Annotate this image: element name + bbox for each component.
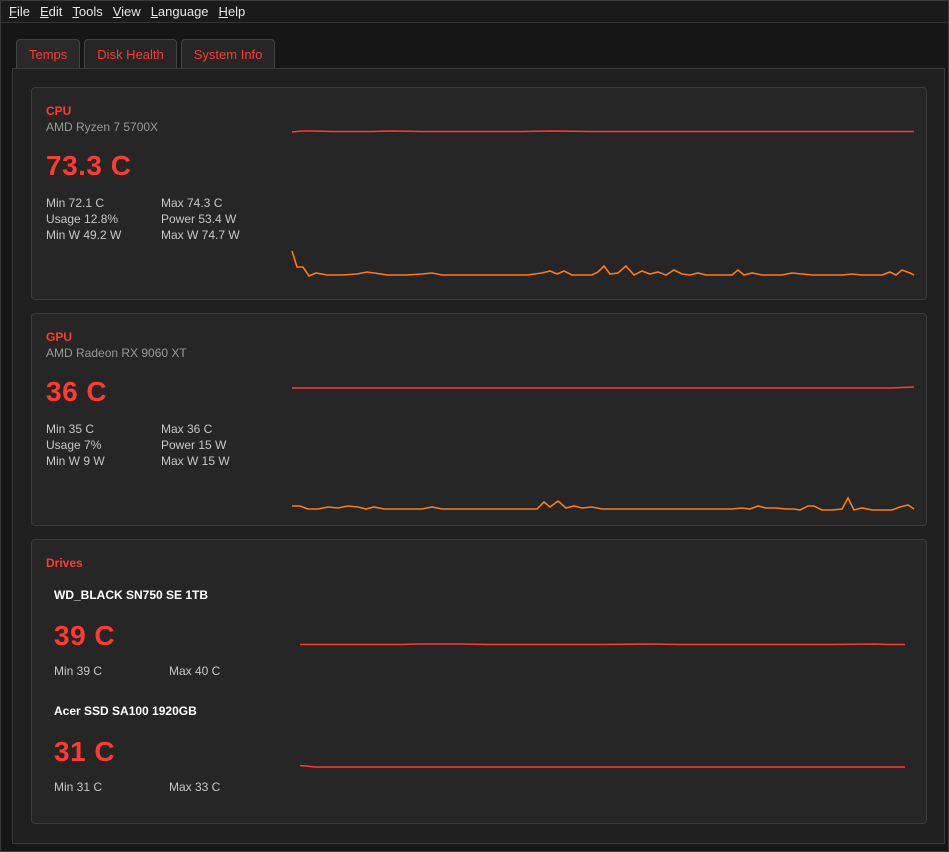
drive-2-graph — [299, 764, 905, 768]
gpu-usage: Usage 7% — [46, 438, 102, 452]
cpu-power-line — [291, 250, 915, 277]
menu-bar: File Edit Tools View Language Help — [1, 1, 948, 23]
drive-2-max-temp: Max 33 C — [169, 780, 221, 794]
menu-file[interactable]: File — [4, 1, 35, 23]
menu-language[interactable]: Language — [146, 1, 214, 23]
cpu-card: CPU AMD Ryzen 7 5700X 73.3 C Min 72.1 C … — [31, 87, 927, 300]
menu-help[interactable]: Help — [214, 1, 251, 23]
gpu-power: Power 15 W — [161, 438, 227, 452]
menu-tools[interactable]: Tools — [67, 1, 107, 23]
tab-temps[interactable]: Temps — [16, 39, 81, 68]
cpu-model: AMD Ryzen 7 5700X — [46, 120, 159, 134]
cpu-temp-line — [291, 130, 914, 133]
gpu-model: AMD Radeon RX 9060 XT — [46, 346, 187, 360]
menu-view[interactable]: View — [108, 1, 146, 23]
cpu-usage: Usage 12.8% — [46, 212, 119, 226]
menu-edit[interactable]: Edit — [35, 1, 67, 23]
app-window: File Edit Tools View Language Help Temps… — [0, 0, 949, 852]
gpu-min-power: Min W 9 W — [46, 454, 105, 468]
gpu-temp-line — [292, 386, 915, 389]
drives-title: Drives — [46, 556, 83, 570]
drive-2-temp: 31 C — [54, 736, 116, 767]
gpu-graph — [292, 386, 915, 511]
gpu-card: GPU AMD Radeon RX 9060 XT 36 C Min 35 C … — [31, 313, 927, 526]
cpu-min-power: Min W 49.2 W — [46, 228, 122, 242]
cpu-power: Power 53.4 W — [161, 212, 237, 226]
cpu-graph — [291, 130, 915, 277]
gpu-max-power: Max W 15 W — [161, 454, 230, 468]
drive-1-min-temp: Min 39 C — [54, 664, 103, 678]
cpu-max-power: Max W 74.7 W — [161, 228, 240, 242]
gpu-min-temp: Min 35 C — [46, 422, 95, 436]
cpu-min-temp: Min 72.1 C — [46, 196, 105, 210]
cpu-temp: 73.3 C — [46, 150, 132, 181]
cpu-title: CPU — [46, 104, 72, 118]
tab-system-info[interactable]: System Info — [180, 39, 276, 68]
drive-1-max-temp: Max 40 C — [169, 664, 221, 678]
gpu-temp: 36 C — [46, 376, 108, 407]
gpu-power-line — [292, 496, 915, 511]
drive-1-graph — [300, 643, 905, 646]
drive-2-min-temp: Min 31 C — [54, 780, 103, 794]
drives-card: Drives WD_BLACK SN750 SE 1TB 39 C Min 39… — [31, 539, 927, 824]
tab-strip: Temps Disk Health System Info — [16, 39, 276, 68]
drive-1-name: WD_BLACK SN750 SE 1TB — [54, 588, 209, 602]
drive-1-temp-line — [300, 643, 905, 646]
drive-1-temp: 39 C — [54, 620, 116, 651]
tab-disk-health[interactable]: Disk Health — [84, 39, 177, 68]
drive-2-temp-line — [299, 764, 905, 768]
gpu-max-temp: Max 36 C — [161, 422, 213, 436]
drive-2-name: Acer SSD SA100 1920GB — [54, 704, 197, 718]
cpu-max-temp: Max 74.3 C — [161, 196, 223, 210]
gpu-title: GPU — [46, 330, 73, 344]
